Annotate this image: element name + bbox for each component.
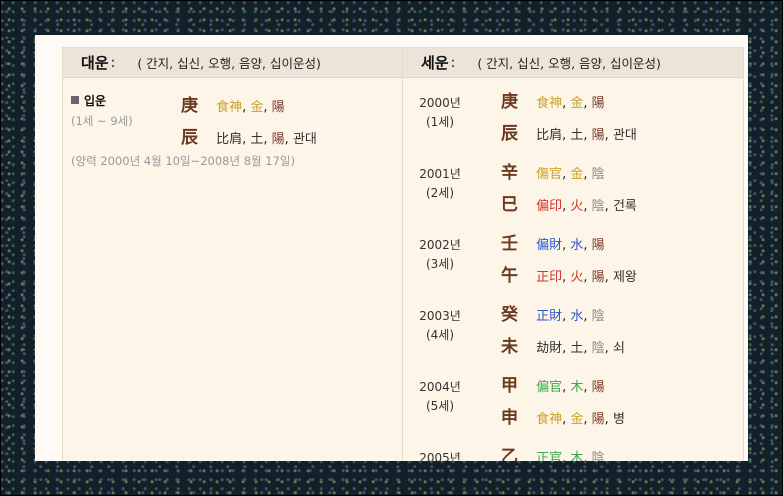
- daeun-entry: 입운 (1세 ~ 9세) 庚 食神, 金, 陽 辰 比肩, 土, 陽, 관대 (…: [71, 92, 391, 168]
- eumyang: 陽: [271, 132, 285, 147]
- seun-column: 세운 : ( 간지, 십신, 오행, 음양, 십이운성) 2000년 (1세) 庚…: [403, 48, 743, 461]
- fortune-table: 대운 : ( 간지, 십신, 오행, 음양, 십이운성) 입운 (1세 ~ 9세…: [62, 47, 744, 461]
- branch-char: 未: [501, 337, 518, 357]
- branch-row: 巳 偏印, 火, 陰, 건록: [501, 191, 637, 223]
- stem-char: 庚: [501, 92, 518, 112]
- seun-year-entry: 2003년 (4세) 癸 正財, 水, 陰 未 劫財, 土, 陰, 쇠: [403, 301, 743, 371]
- year-label: 2003년 (4세): [419, 309, 461, 342]
- daeun-header: 대운 : ( 간지, 십신, 오행, 음양, 십이운성): [63, 48, 402, 78]
- seun-year-entry: 2000년 (1세) 庚 食神, 金, 陽 辰 比肩, 土, 陽, 관대: [403, 88, 743, 158]
- seun-subtitle: ( 간지, 십신, 오행, 음양, 십이운성): [477, 56, 661, 71]
- branch-char: 午: [501, 266, 518, 286]
- seun-year-entry: 2001년 (2세) 辛 傷官, 金, 陰 巳 偏印, 火, 陰, 건록: [403, 159, 743, 229]
- year-label: 2005년: [419, 451, 461, 461]
- daeun-stem-row: 庚 食神, 金, 陽: [181, 92, 317, 124]
- seun-ganji: 癸 正財, 水, 陰 未 劫財, 土, 陰, 쇠: [501, 301, 625, 365]
- seun-ganji: 庚 食神, 金, 陽 辰 比肩, 土, 陽, 관대: [501, 88, 637, 152]
- seun-year-entry: 2002년 (3세) 壬 偏財, 水, 陽 午 正印, 火, 陽, 제왕: [403, 230, 743, 300]
- branch-row: 未 劫財, 土, 陰, 쇠: [501, 333, 625, 365]
- daeun-title: 대운: [81, 54, 109, 72]
- seun-ganji: 壬 偏財, 水, 陽 午 正印, 火, 陽, 제왕: [501, 230, 637, 294]
- seun-year-entry: 2005년 乙 正官, 木, 陰: [403, 443, 743, 461]
- year-label: 2001년 (2세): [419, 167, 461, 200]
- ohaeng: 金: [250, 100, 264, 115]
- stem-row: 癸 正財, 水, 陰: [501, 301, 625, 333]
- daeun-column: 대운 : ( 간지, 십신, 오행, 음양, 십이운성) 입운 (1세 ~ 9세…: [63, 48, 403, 461]
- daeun-ganji: 庚 食神, 金, 陽 辰 比肩, 土, 陽, 관대: [181, 92, 317, 156]
- sipsin: 比肩: [216, 132, 243, 147]
- branch-row: 申 食神, 金, 陽, 병: [501, 404, 625, 436]
- daeun-branch-row: 辰 比肩, 土, 陽, 관대: [181, 124, 317, 156]
- saju-card: 대운 : ( 간지, 십신, 오행, 음양, 십이운성) 입운 (1세 ~ 9세…: [35, 35, 748, 461]
- daeun-subtitle: ( 간지, 십신, 오행, 음양, 십이운성): [137, 56, 321, 71]
- stem-row: 乙 正官, 木, 陰: [501, 443, 605, 461]
- branch-row: 午 正印, 火, 陽, 제왕: [501, 262, 637, 294]
- stem-char: 辛: [501, 163, 518, 183]
- ohaeng: 土: [250, 132, 264, 147]
- seun-ganji: 甲 偏官, 木, 陽 申 食神, 金, 陽, 병: [501, 372, 625, 436]
- stem-char: 庚: [181, 96, 198, 116]
- stem-row: 辛 傷官, 金, 陰: [501, 159, 637, 191]
- branch-char: 辰: [501, 124, 518, 144]
- stem-row: 壬 偏財, 水, 陽: [501, 230, 637, 262]
- year-label: 2000년 (1세): [419, 96, 461, 129]
- unseong: 관대: [292, 132, 317, 147]
- stem-row: 甲 偏官, 木, 陽: [501, 372, 625, 404]
- seun-ganji: 乙 正官, 木, 陰: [501, 443, 605, 461]
- daeun-period: (양력 2000년 4월 10일~2008년 8월 17일): [71, 154, 295, 168]
- branch-char: 申: [501, 408, 518, 428]
- seun-ganji: 辛 傷官, 金, 陰 巳 偏印, 火, 陰, 건록: [501, 159, 637, 223]
- stem-row: 庚 食神, 金, 陽: [501, 88, 637, 120]
- seun-year-entry: 2004년 (5세) 甲 偏官, 木, 陽 申 食神, 金, 陽, 병: [403, 372, 743, 442]
- branch-row: 辰 比肩, 土, 陽, 관대: [501, 120, 637, 152]
- seun-title: 세운: [421, 54, 449, 72]
- branch-char: 巳: [501, 195, 518, 215]
- seun-header: 세운 : ( 간지, 십신, 오행, 음양, 십이운성): [403, 48, 743, 78]
- stem-char: 甲: [501, 376, 518, 396]
- square-bullet-icon: [71, 96, 79, 104]
- stem-char: 壬: [501, 234, 518, 254]
- year-label: 2002년 (3세): [419, 238, 461, 271]
- stem-char: 癸: [501, 305, 518, 325]
- year-label: 2004년 (5세): [419, 380, 461, 413]
- stem-char: 乙: [501, 447, 518, 461]
- daeun-colon: :: [110, 54, 116, 71]
- eumyang: 陽: [271, 100, 285, 115]
- branch-char: 辰: [181, 128, 198, 148]
- sipsin: 食神: [216, 100, 243, 115]
- seun-colon: :: [450, 54, 456, 71]
